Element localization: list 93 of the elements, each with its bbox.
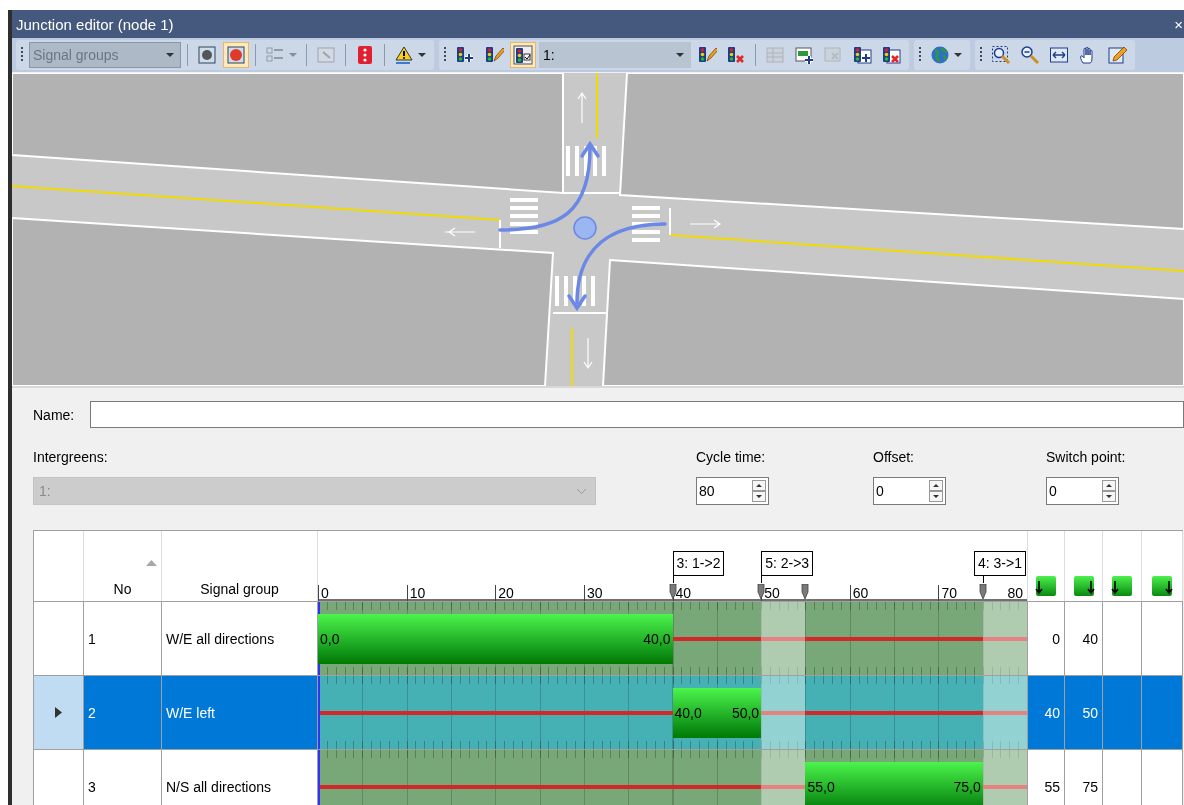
caret-icon xyxy=(418,52,426,58)
table-cell: 75 xyxy=(1082,778,1098,795)
zoom-in-icon xyxy=(991,45,1011,65)
intergreen-label[interactable]: 4: 3->1 xyxy=(974,551,1026,576)
checklist-icon xyxy=(265,45,285,65)
table-cell: W/E left xyxy=(166,704,215,721)
field-label: Cycle time: xyxy=(696,449,767,465)
phase-end-icon xyxy=(1072,575,1095,597)
traffic-light-delete-icon xyxy=(881,45,901,65)
phase-end-label: 75,0 xyxy=(953,779,981,795)
marker-icon[interactable] xyxy=(757,584,766,599)
traffic-light-add-icon xyxy=(455,45,475,65)
intergreen-label[interactable]: 3: 1->2 xyxy=(672,551,725,576)
fit-width-icon xyxy=(1049,45,1069,65)
number-field[interactable]: 80 xyxy=(696,477,769,505)
toolbar-dropdown[interactable]: 1: xyxy=(539,42,691,68)
remove-icon xyxy=(823,45,843,65)
table-cell: W/E all directions xyxy=(166,630,275,647)
add-icon xyxy=(794,45,814,65)
traffic-light-check-icon xyxy=(513,45,533,65)
column-header[interactable]: Signal group xyxy=(200,581,279,597)
column-header[interactable]: No xyxy=(113,581,132,597)
table-cell: 50 xyxy=(1082,704,1098,721)
row-pointer-icon xyxy=(55,707,62,718)
field-label: Intergreens: xyxy=(33,449,109,465)
phase-start-label: 0,0 xyxy=(320,631,340,647)
phase-end-label: 40,0 xyxy=(643,631,671,647)
pencil-icon xyxy=(1107,45,1127,65)
table-cell: 0 xyxy=(1052,630,1060,647)
name-field[interactable] xyxy=(90,401,1184,428)
scale-label: 80 xyxy=(1006,585,1024,601)
grip-handle[interactable] xyxy=(980,47,982,63)
field-value: 0 xyxy=(876,483,884,499)
caret-icon xyxy=(166,52,174,58)
field-value: 0 xyxy=(1049,483,1057,499)
table-cell: 3 xyxy=(88,778,96,795)
zoom-out-icon xyxy=(1020,45,1040,65)
intergreen-label[interactable]: 5: 2->3 xyxy=(761,551,814,576)
marker-icon[interactable] xyxy=(978,584,987,599)
phase-start-label: 55,0 xyxy=(807,779,835,795)
field-label: Switch point: xyxy=(1046,449,1127,465)
field-value: 80 xyxy=(699,483,715,499)
table-row[interactable]: 2 W/E left 40,0 50,0 40 50 xyxy=(34,675,1183,749)
globe-icon xyxy=(930,45,950,65)
toolbar-button[interactable] xyxy=(510,42,536,68)
open-phase-bar[interactable]: 40,0 50,0 xyxy=(672,688,762,738)
traffic-light-icon xyxy=(355,45,375,65)
marker-icon[interactable] xyxy=(668,584,677,599)
open-phase-bar[interactable]: 55,0 75,0 xyxy=(805,762,983,805)
window-title: Junction editor (node 1) xyxy=(16,15,175,33)
dropdown-value: 1: xyxy=(543,47,555,63)
table-cell: 40 xyxy=(1082,630,1098,647)
caret-icon xyxy=(289,52,297,58)
traffic-light-delete-icon xyxy=(726,45,746,65)
close-button[interactable]: × xyxy=(1174,15,1184,33)
grip-handle[interactable] xyxy=(444,47,446,63)
intergreen-zone xyxy=(761,750,806,805)
phase-start-label: 40,0 xyxy=(674,705,702,721)
caret-icon xyxy=(954,52,962,58)
field-label: Offset: xyxy=(873,449,915,465)
spin-buttons[interactable] xyxy=(1102,480,1116,502)
dropdown-value: Signal groups xyxy=(33,47,119,63)
intergreen-zone xyxy=(982,750,1027,805)
grid-icon xyxy=(765,45,785,65)
table-row[interactable]: 3 N/S all directions 55,0 75,0 55 75 xyxy=(34,749,1183,805)
traffic-light-edit-icon xyxy=(697,45,717,65)
grip-handle[interactable] xyxy=(919,47,921,63)
warning-icon xyxy=(394,45,414,65)
table-cell: N/S all directions xyxy=(166,778,272,795)
record-icon xyxy=(226,45,246,65)
chevron-down-icon xyxy=(576,487,587,495)
phase-start-icon xyxy=(1111,575,1133,597)
traffic-light-edit-icon xyxy=(484,45,504,65)
spin-buttons[interactable] xyxy=(929,480,943,502)
number-field[interactable]: 0 xyxy=(1046,477,1119,505)
select-tool-icon xyxy=(316,45,336,65)
table-cell: 2 xyxy=(88,704,96,721)
phase-end-icon xyxy=(1151,575,1173,597)
phase-end-label: 50,0 xyxy=(731,705,760,721)
table-cell: 55 xyxy=(1044,778,1060,795)
spin-buttons[interactable] xyxy=(752,480,766,502)
marker-icon[interactable] xyxy=(801,584,810,599)
table-row[interactable]: 1 W/E all directions 0,0 40,0 0 40 xyxy=(34,601,1183,675)
phase-start-icon xyxy=(1035,575,1057,597)
dropdown-value: 1: xyxy=(39,483,51,499)
table-cell: 1 xyxy=(88,630,96,647)
caret-icon xyxy=(676,52,684,58)
grip-handle[interactable] xyxy=(21,47,23,63)
table-cell: 40 xyxy=(1044,704,1060,721)
number-field[interactable]: 0 xyxy=(873,477,946,505)
open-phase-bar[interactable]: 0,0 40,0 xyxy=(318,614,673,664)
field-label: Name: xyxy=(33,406,75,423)
traffic-light-add-icon xyxy=(852,45,872,65)
